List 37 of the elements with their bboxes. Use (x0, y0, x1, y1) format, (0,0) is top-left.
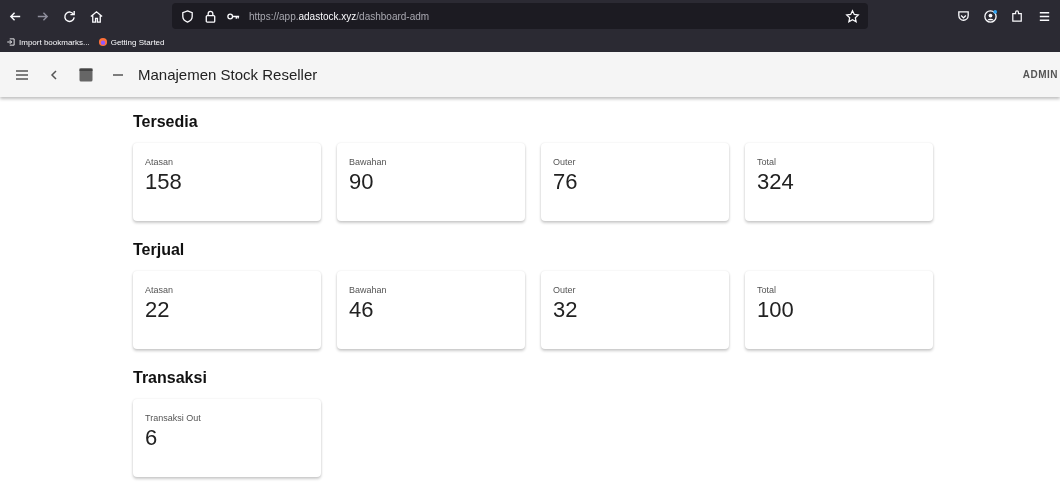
stat-value: 90 (349, 169, 375, 195)
stat-label: Transaksi Out (145, 413, 202, 423)
stat-value: 6 (145, 425, 159, 451)
stat-label: Total (757, 285, 777, 295)
app-title: Manajemen Stock Reseller (138, 66, 318, 83)
url-text: https://app.adastock.xyz/dashboard-adm (249, 10, 430, 22)
stat-label: Bawahan (349, 157, 388, 167)
address-bar[interactable]: https://app.adastock.xyz/dashboard-adm (172, 3, 868, 29)
star-icon[interactable] (845, 8, 860, 24)
stat-label: Bawahan (349, 285, 388, 295)
lock-icon (203, 8, 218, 24)
bookmark-link[interactable]: Getting Started (97, 37, 165, 47)
stat-label: Atasan (145, 285, 175, 295)
stat-value: 22 (145, 297, 171, 323)
stat-value: 46 (349, 297, 375, 323)
stat-label: Atasan (145, 157, 175, 167)
user-menu-button[interactable]: ADMIN (1022, 69, 1058, 80)
section-heading: Transaksi (133, 369, 208, 387)
stat-label: Outer (553, 157, 577, 167)
home-icon[interactable] (89, 8, 104, 24)
account-icon[interactable] (983, 8, 998, 24)
import-icon (6, 37, 16, 47)
section-heading: Tersedia (133, 113, 199, 131)
bookmark-link[interactable]: Import bookmarks... (6, 37, 90, 47)
stat-value: 76 (553, 169, 579, 195)
reload-icon[interactable] (62, 8, 77, 24)
stat-label: Total (757, 157, 777, 167)
puzzle-icon[interactable] (1010, 8, 1025, 24)
stat-value: 324 (757, 169, 795, 195)
stat-value: 100 (757, 297, 795, 323)
window-icon[interactable] (78, 66, 94, 83)
stat-value: 32 (553, 297, 579, 323)
pocket-icon[interactable] (956, 8, 971, 24)
shield-icon (180, 8, 195, 24)
section-heading: Terjual (133, 241, 186, 259)
stat-value: 158 (145, 169, 183, 195)
stat-label: Outer (553, 285, 577, 295)
